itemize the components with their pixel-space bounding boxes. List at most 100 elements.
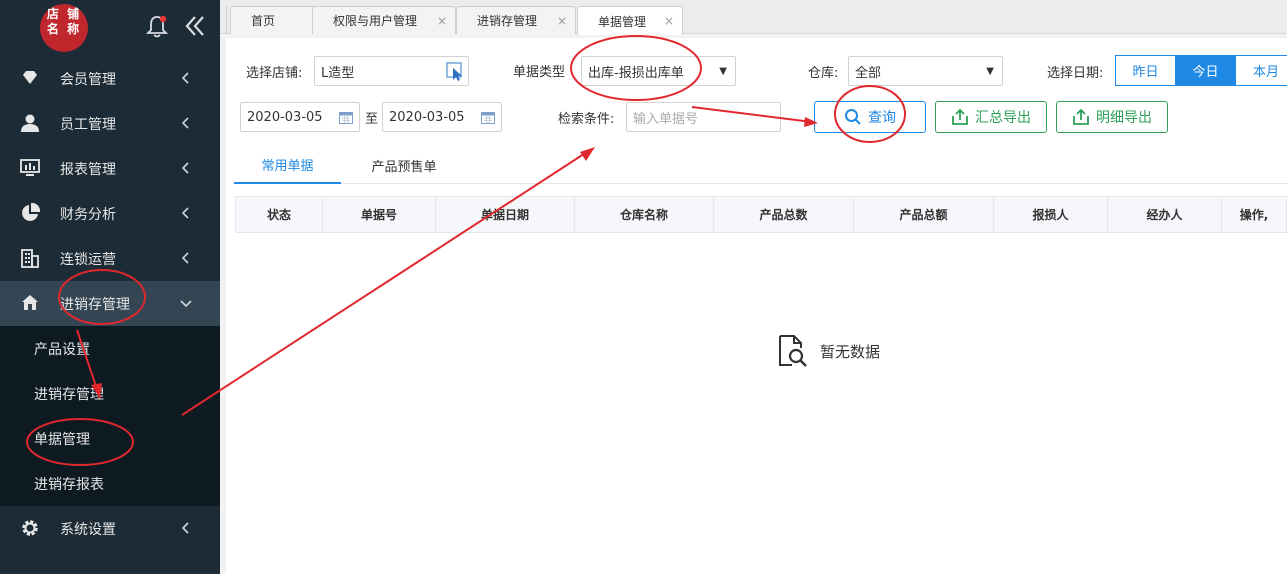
bell-icon[interactable] — [146, 14, 168, 38]
search-placeholder: 输入单据号 — [633, 111, 699, 127]
home-icon — [22, 295, 38, 310]
summary-export-button[interactable]: 汇总导出 — [935, 101, 1047, 133]
export-icon — [952, 108, 968, 125]
submenu-item-inventory[interactable]: 进销存管理 — [0, 371, 220, 416]
date-option-month[interactable]: 本月 — [1236, 56, 1287, 85]
main-content: 选择店铺: L造型 单据类型 出库-报损出库单 ▼ 仓库: 全部 ▼ 选择日期:… — [226, 38, 1287, 574]
column-header[interactable]: 单据号 — [323, 197, 436, 232]
close-icon[interactable]: × — [664, 14, 674, 28]
pie-chart-icon — [22, 203, 40, 221]
date-option-today[interactable]: 今日 — [1176, 56, 1236, 85]
column-header[interactable]: 报损人 — [994, 197, 1108, 232]
sidebar-header: 店 铺 名 称 — [0, 0, 220, 56]
menu-label: 财务分析 — [60, 206, 116, 223]
logo-line-1: 店 铺 — [46, 7, 82, 21]
column-header[interactable]: 状态 — [236, 197, 323, 232]
export-icon — [1073, 108, 1089, 125]
tab-permissions[interactable]: 权限与用户管理 × — [312, 6, 456, 34]
document-search-icon — [779, 335, 807, 367]
calendar-icon[interactable] — [339, 111, 353, 124]
end-date-value: 2020-03-05 — [389, 109, 465, 125]
gear-icon — [22, 520, 38, 536]
start-date-field[interactable]: 2020-03-05 — [240, 102, 360, 132]
logo-line-2: 名 称 — [46, 22, 82, 36]
collapse-sidebar-icon[interactable] — [184, 12, 206, 40]
detail-export-label: 明细导出 — [1096, 110, 1152, 126]
caret-down-icon: ▼ — [719, 66, 727, 77]
chevron-left-icon — [181, 117, 189, 129]
monitor-chart-icon — [20, 159, 40, 176]
tab-home[interactable]: 首页 — [230, 6, 320, 34]
subtab-common-documents[interactable]: 常用单据 — [234, 146, 341, 184]
tab-inventory[interactable]: 进销存管理 × — [456, 6, 576, 34]
caret-down-icon: ▼ — [986, 66, 994, 77]
tab-label: 单据管理 — [598, 14, 647, 29]
chevron-left-icon — [181, 522, 189, 534]
close-icon[interactable]: × — [557, 14, 567, 28]
submenu-item-documents[interactable]: 单据管理 — [0, 416, 220, 461]
date-label: 选择日期: — [1047, 66, 1104, 81]
warehouse-select[interactable]: 全部 ▼ — [848, 56, 1003, 86]
menu-label: 报表管理 — [60, 161, 116, 178]
query-label: 查询 — [868, 110, 896, 126]
tab-bar: 首页 权限与用户管理 × 进销存管理 × 单据管理 × — [220, 0, 1287, 35]
menu-item-member[interactable]: 会员管理 — [0, 56, 220, 101]
doc-type-select[interactable]: 出库-报损出库单 ▼ — [581, 56, 736, 86]
close-icon[interactable]: × — [437, 14, 447, 28]
submenu-item-inventory-report[interactable]: 进销存报表 — [0, 461, 220, 506]
tab-label: 权限与用户管理 — [333, 14, 418, 28]
menu-item-inventory[interactable]: 进销存管理 — [0, 281, 220, 326]
menu-item-reports[interactable]: 报表管理 — [0, 146, 220, 191]
chevron-down-icon — [180, 300, 192, 308]
menu-label: 员工管理 — [60, 116, 116, 133]
chevron-left-icon — [181, 207, 189, 219]
sidebar: 店 铺 名 称 会员管理 员工管理 报表管理 财务分析 连锁运营 进销存管理 产… — [0, 0, 220, 574]
warehouse-label: 仓库: — [808, 66, 839, 81]
end-date-field[interactable]: 2020-03-05 — [382, 102, 502, 132]
user-icon — [21, 114, 39, 132]
date-option-yesterday[interactable]: 昨日 — [1116, 56, 1176, 85]
menu-label: 系统设置 — [60, 521, 116, 538]
column-header[interactable]: 仓库名称 — [575, 197, 714, 232]
query-button[interactable]: 查询 — [814, 101, 926, 133]
table-header: 状态 单据号 单据日期 仓库名称 产品总数 产品总额 报损人 经办人 操作, — [235, 196, 1287, 233]
date-range-separator: 至 — [365, 112, 379, 127]
document-subtabs: 常用单据 产品预售单 — [234, 146, 1287, 184]
menu-item-staff[interactable]: 员工管理 — [0, 101, 220, 146]
select-cursor-icon[interactable] — [446, 62, 464, 82]
detail-export-button[interactable]: 明细导出 — [1056, 101, 1168, 133]
column-header[interactable]: 操作, — [1222, 197, 1286, 232]
menu-label: 连锁运营 — [60, 251, 116, 268]
submenu-item-product-settings[interactable]: 产品设置 — [0, 326, 220, 371]
tab-label: 进销存管理 — [477, 14, 538, 28]
column-header[interactable]: 经办人 — [1108, 197, 1222, 232]
tab-label: 首页 — [251, 14, 276, 28]
tab-documents[interactable]: 单据管理 × — [577, 6, 683, 35]
calendar-icon[interactable] — [481, 111, 495, 124]
store-logo: 店 铺 名 称 — [40, 4, 88, 52]
empty-text: 暂无数据 — [820, 342, 881, 361]
search-input[interactable]: 输入单据号 — [626, 102, 781, 132]
store-select[interactable]: L造型 — [314, 56, 469, 86]
column-header[interactable]: 产品总数 — [714, 197, 854, 232]
doc-type-label: 单据类型 — [513, 65, 566, 80]
date-quick-select: 昨日 今日 本月 — [1115, 55, 1287, 86]
warehouse-value: 全部 — [855, 65, 882, 81]
menu-item-chain[interactable]: 连锁运营 — [0, 236, 220, 281]
column-header[interactable]: 单据日期 — [436, 197, 575, 232]
chevron-left-icon — [181, 162, 189, 174]
menu-label: 会员管理 — [60, 71, 116, 88]
start-date-value: 2020-03-05 — [247, 109, 323, 125]
menu-label: 进销存管理 — [60, 296, 130, 313]
column-header[interactable]: 产品总额 — [854, 197, 994, 232]
menu-item-finance[interactable]: 财务分析 — [0, 191, 220, 236]
search-label: 检索条件: — [558, 112, 615, 127]
inventory-submenu: 产品设置 进销存管理 单据管理 进销存报表 — [0, 326, 220, 506]
chevron-left-icon — [181, 72, 189, 84]
diamond-icon — [23, 71, 37, 84]
summary-export-label: 汇总导出 — [975, 110, 1031, 126]
subtab-presale-orders[interactable]: 产品预售单 — [354, 146, 454, 184]
store-value: L造型 — [321, 65, 355, 81]
chevron-left-icon — [181, 252, 189, 264]
menu-item-settings[interactable]: 系统设置 — [0, 506, 220, 551]
